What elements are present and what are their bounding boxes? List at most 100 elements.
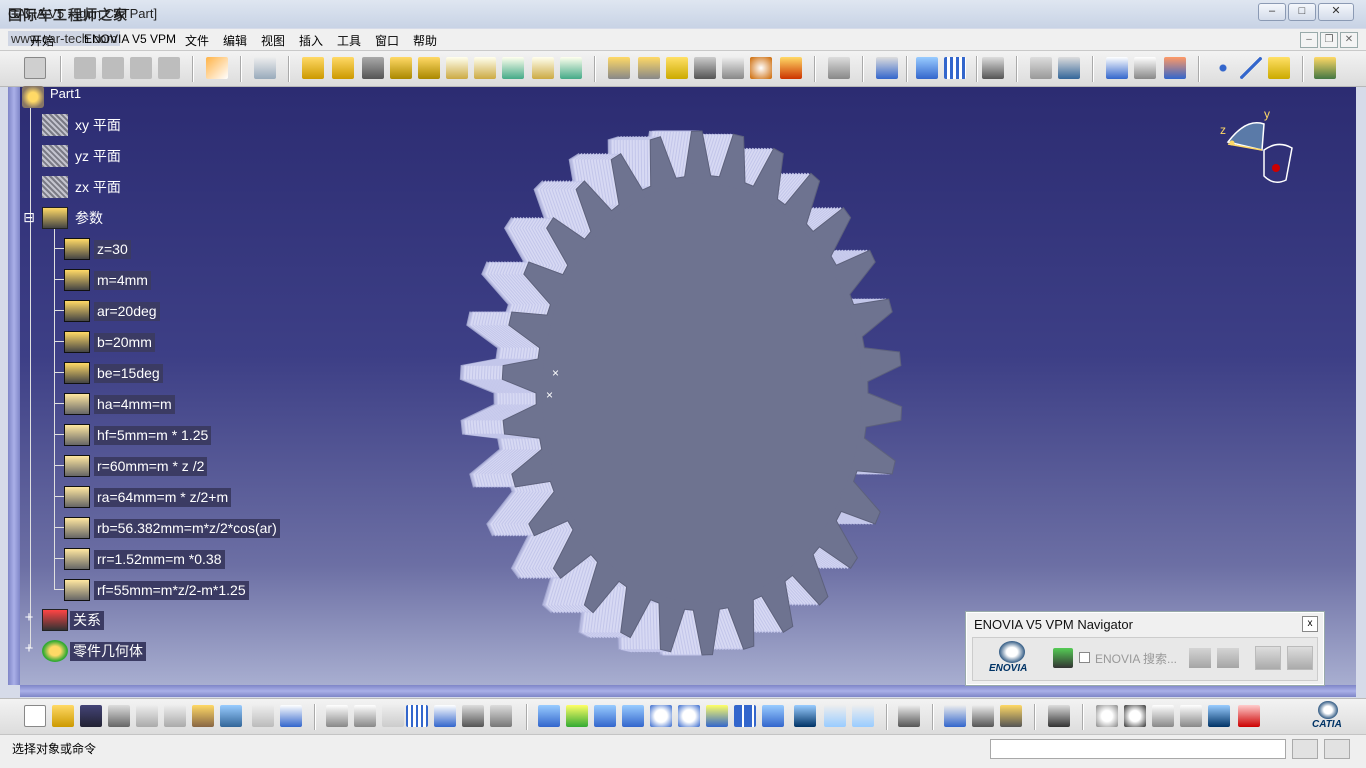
- design-table-icon[interactable]: [406, 705, 428, 727]
- command-input[interactable]: [990, 739, 1286, 759]
- enovia-connect-icon[interactable]: [1053, 648, 1073, 668]
- fillet-icon[interactable]: [608, 57, 630, 79]
- menu-help[interactable]: 帮助: [413, 32, 437, 49]
- clipboard-icon[interactable]: [158, 57, 180, 79]
- paste-icon[interactable]: [192, 705, 214, 727]
- capture-camera-icon[interactable]: [1048, 705, 1070, 727]
- paste-icon[interactable]: [102, 57, 124, 79]
- print-icon[interactable]: [108, 705, 130, 727]
- shaft-icon[interactable]: [362, 57, 384, 79]
- enovia-close-button[interactable]: x: [1302, 616, 1318, 632]
- update-icon[interactable]: [1096, 705, 1118, 727]
- catalog-browser-icon[interactable]: [898, 705, 920, 727]
- measure-between-icon[interactable]: [944, 705, 966, 727]
- pan-icon[interactable]: [594, 705, 616, 727]
- hole-icon[interactable]: [418, 57, 440, 79]
- paste-special-icon[interactable]: [130, 57, 152, 79]
- axis-system-icon[interactable]: [1152, 705, 1174, 727]
- units-icon[interactable]: [1180, 705, 1202, 727]
- command-execute-button[interactable]: [1292, 739, 1318, 759]
- shell-icon[interactable]: [694, 57, 716, 79]
- enovia-tree-icon[interactable]: [1189, 648, 1211, 668]
- fly-mode-icon[interactable]: [538, 705, 560, 727]
- slot-icon[interactable]: [474, 57, 496, 79]
- new-file-icon[interactable]: [24, 705, 46, 727]
- knowledge-icon[interactable]: [382, 705, 404, 727]
- doc-minimize-button[interactable]: –: [1300, 32, 1318, 48]
- multi-view-icon[interactable]: [734, 705, 756, 727]
- gear-settings-icon[interactable]: [24, 57, 46, 79]
- horizontal-scrollbar[interactable]: [20, 685, 1356, 697]
- doc-restore-button[interactable]: ❐: [1320, 32, 1338, 48]
- zoom-out-icon[interactable]: [678, 705, 700, 727]
- pad-icon[interactable]: [302, 57, 324, 79]
- lock-icon[interactable]: [462, 705, 484, 727]
- enovia-refresh-icon[interactable]: [1287, 646, 1313, 670]
- chamfer-icon[interactable]: [638, 57, 660, 79]
- normal-view-icon[interactable]: [706, 705, 728, 727]
- menu-view[interactable]: 视图: [261, 32, 285, 49]
- hide-show-icon[interactable]: [824, 705, 846, 727]
- constraint-icon[interactable]: [916, 57, 938, 79]
- tree-vertical-scrollbar[interactable]: [8, 87, 20, 685]
- flag-note-icon[interactable]: [1134, 57, 1156, 79]
- analysis-icon[interactable]: [1058, 57, 1080, 79]
- measure-item-icon[interactable]: [972, 705, 994, 727]
- enovia-sync-icon[interactable]: [1255, 646, 1281, 670]
- menu-tools[interactable]: 工具: [337, 32, 361, 49]
- shading-icon[interactable]: [794, 705, 816, 727]
- minimize-button[interactable]: –: [1258, 3, 1286, 21]
- menu-start[interactable]: 开始: [30, 32, 54, 49]
- thickness-icon[interactable]: [722, 57, 744, 79]
- pocket-icon[interactable]: [332, 57, 354, 79]
- open-folder-icon[interactable]: [52, 705, 74, 727]
- comment-icon[interactable]: [354, 705, 376, 727]
- measure-inertia-icon[interactable]: [1000, 705, 1022, 727]
- 3d-annotation-icon[interactable]: [1164, 57, 1186, 79]
- apply-material-icon[interactable]: [490, 705, 512, 727]
- zoom-in-icon[interactable]: [650, 705, 672, 727]
- close-button[interactable]: ✕: [1318, 3, 1354, 21]
- cut-icon[interactable]: [136, 705, 158, 727]
- constraint-display-icon[interactable]: [1238, 705, 1260, 727]
- menu-window[interactable]: 窗口: [375, 32, 399, 49]
- sections-icon[interactable]: [1030, 57, 1052, 79]
- rotate-icon[interactable]: [622, 705, 644, 727]
- enovia-search-label[interactable]: ENOVIA 搜索...: [1095, 650, 1177, 667]
- iso-view-icon[interactable]: [762, 705, 784, 727]
- redo-icon[interactable]: [252, 705, 274, 727]
- expand-icon[interactable]: +: [22, 610, 36, 626]
- copy-icon[interactable]: [74, 57, 96, 79]
- fit-all-icon[interactable]: [566, 705, 588, 727]
- collapse-icon[interactable]: ⊟: [22, 210, 36, 225]
- formula-icon[interactable]: [326, 705, 348, 727]
- law-icon[interactable]: [434, 705, 456, 727]
- menu-file[interactable]: 文件: [185, 32, 209, 49]
- enovia-save-icon[interactable]: [1217, 648, 1239, 668]
- remove-face-icon[interactable]: [780, 57, 802, 79]
- hand-pointer-icon[interactable]: [1124, 705, 1146, 727]
- point-icon[interactable]: [1212, 57, 1234, 79]
- grid-snap-icon[interactable]: [1208, 705, 1230, 727]
- draft-icon[interactable]: [666, 57, 688, 79]
- undo-icon[interactable]: [220, 705, 242, 727]
- expand-icon[interactable]: +: [22, 641, 36, 657]
- maximize-button[interactable]: □: [1288, 3, 1316, 21]
- measure-icon[interactable]: [982, 57, 1004, 79]
- sketch-icon[interactable]: [254, 57, 276, 79]
- rib-icon[interactable]: [446, 57, 468, 79]
- transformation-icon[interactable]: [828, 57, 850, 79]
- swap-space-icon[interactable]: [852, 705, 874, 727]
- enovia-logo-icon[interactable]: ENOVIA: [985, 641, 1045, 677]
- doc-close-button[interactable]: ✕: [1340, 32, 1358, 48]
- select-arrow-icon[interactable]: [206, 57, 228, 79]
- copy-icon[interactable]: [164, 705, 186, 727]
- menu-insert[interactable]: 插入: [299, 32, 323, 49]
- remove-loft-icon[interactable]: [560, 57, 582, 79]
- whats-this-icon[interactable]: [280, 705, 302, 727]
- save-icon[interactable]: [80, 705, 102, 727]
- text-annotation-icon[interactable]: [1106, 57, 1128, 79]
- thread-icon[interactable]: [750, 57, 772, 79]
- groove-icon[interactable]: [390, 57, 412, 79]
- stiffener-icon[interactable]: [502, 57, 524, 79]
